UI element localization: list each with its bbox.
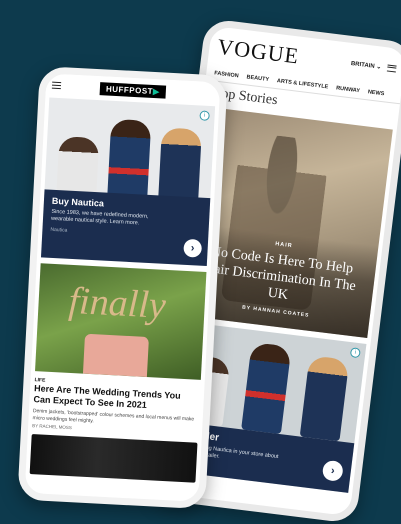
vogue-header-actions: BRITAIN ⌄	[351, 60, 397, 73]
ad-model	[299, 355, 350, 442]
huffpost-nautica-ad[interactable]: i Buy Nautica Since 1983, we have redefi…	[40, 97, 216, 267]
nav-item-news[interactable]: NEWS	[367, 89, 384, 97]
vogue-logo[interactable]: VOGUE	[216, 34, 300, 70]
huffpost-logo-text: HUFFPOST	[105, 83, 154, 96]
nav-item-arts-lifestyle[interactable]: ARTS & LIFESTYLE	[277, 78, 329, 90]
ad-caption: Buy Nautica Since 1983, we have redefine…	[40, 189, 211, 267]
next-article-image[interactable]	[29, 434, 198, 483]
cake-shape	[82, 333, 149, 378]
ad-body: Since 1983, we have redefined modern, we…	[50, 208, 149, 227]
huffpost-logo-mark: ▶	[152, 86, 160, 96]
huffpost-logo[interactable]: HUFFPOST▶	[99, 81, 167, 99]
nav-item-runway[interactable]: RUNWAY	[336, 85, 361, 94]
hamburger-menu-icon[interactable]	[51, 81, 62, 90]
cake-topper-text: finally	[67, 279, 167, 327]
huffpost-phone: HUFFPOST▶ i Buy Nautica Since 1983, we h…	[17, 66, 228, 510]
nav-item-beauty[interactable]: BEAUTY	[246, 74, 269, 83]
article-card[interactable]: finally LIFE Here Are The Wedding Trends…	[32, 263, 207, 436]
nav-item-fashion[interactable]: FASHION	[214, 70, 239, 79]
ad-sponsor: Nautica	[50, 226, 68, 234]
hamburger-menu-icon[interactable]	[386, 63, 397, 73]
region-selector[interactable]: BRITAIN ⌄	[351, 60, 382, 71]
ad-model	[241, 342, 292, 435]
article-image: finally	[35, 263, 207, 380]
